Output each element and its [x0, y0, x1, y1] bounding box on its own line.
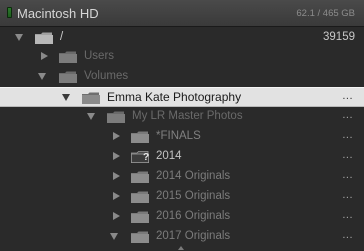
folder-row-2014-originals[interactable]: 2014 Originals ... — [0, 167, 364, 187]
volume-size: 62.1 / 465 GB — [296, 8, 355, 19]
photo-count: 39159 — [323, 31, 355, 43]
folder-icon — [59, 71, 77, 83]
folder-menu-button[interactable]: ... — [342, 169, 353, 181]
disclosure-triangle-collapsed-icon[interactable] — [41, 52, 48, 60]
folder-row-users[interactable]: Users — [0, 47, 364, 67]
folder-menu-button[interactable]: ... — [342, 149, 353, 161]
disclosure-triangle-collapsed-icon[interactable] — [113, 212, 120, 220]
folder-row-2016-originals[interactable]: 2016 Originals ... — [0, 207, 364, 227]
folders-panel: Macintosh HD 62.1 / 465 GB / 39159 Users… — [0, 0, 364, 251]
disclosure-triangle-expanded-icon[interactable] — [38, 73, 46, 80]
folder-label: 2014 Originals — [156, 170, 231, 182]
volume-header[interactable]: Macintosh HD 62.1 / 465 GB — [0, 0, 364, 27]
folder-label: Emma Kate Photography — [107, 90, 242, 104]
folder-row-my-lr-master-photos[interactable]: My LR Master Photos ... — [0, 107, 364, 127]
folder-icon — [82, 92, 100, 104]
folder-icon — [131, 131, 149, 143]
folder-label: 2017 Originals — [156, 230, 231, 242]
folder-icon — [35, 32, 53, 44]
folder-icon — [131, 191, 149, 203]
folder-label: 2014 — [156, 150, 182, 162]
disclosure-triangle-expanded-icon[interactable] — [87, 113, 95, 120]
panel-collapse-caret-icon[interactable] — [178, 246, 184, 250]
folder-row-root[interactable]: / 39159 — [0, 28, 364, 48]
folder-icon — [131, 171, 149, 183]
folder-label: 2016 Originals — [156, 210, 231, 222]
folder-label: / — [60, 31, 64, 43]
folder-label: Users — [84, 50, 115, 62]
folder-row-2015-originals[interactable]: 2015 Originals ... — [0, 187, 364, 207]
folder-label: Volumes — [84, 70, 129, 82]
volume-name: Macintosh HD — [17, 6, 99, 21]
folder-menu-button[interactable]: ... — [342, 189, 353, 201]
folder-icon — [131, 231, 149, 243]
disclosure-triangle-collapsed-icon[interactable] — [113, 192, 120, 200]
folder-row-2017-originals[interactable]: 2017 Originals ... — [0, 227, 364, 247]
folder-row-volumes[interactable]: Volumes — [0, 67, 364, 87]
folder-row-2014[interactable]: ? 2014 ... — [0, 147, 364, 167]
folder-row-emma-kate-photography[interactable]: Emma Kate Photography ... — [0, 87, 364, 107]
volume-status-indicator — [7, 7, 12, 18]
folder-icon — [59, 51, 77, 63]
missing-folder-mark: ? — [143, 152, 150, 163]
disclosure-triangle-collapsed-icon[interactable] — [113, 152, 120, 160]
folder-menu-button[interactable]: ... — [342, 229, 353, 241]
disclosure-triangle-expanded-icon[interactable] — [62, 94, 70, 101]
disclosure-triangle-collapsed-icon[interactable] — [113, 172, 120, 180]
disclosure-triangle-expanded-icon[interactable] — [110, 233, 118, 240]
folder-menu-button[interactable]: ... — [342, 90, 353, 102]
folder-icon — [107, 111, 125, 123]
folder-label: My LR Master Photos — [132, 110, 243, 122]
disclosure-triangle-collapsed-icon[interactable] — [113, 132, 120, 140]
disclosure-triangle-expanded-icon[interactable] — [15, 34, 23, 41]
folder-menu-button[interactable]: ... — [342, 209, 353, 221]
folder-menu-button[interactable]: ... — [342, 109, 353, 121]
folder-row-finals[interactable]: *FINALS ... — [0, 127, 364, 147]
folder-menu-button[interactable]: ... — [342, 129, 353, 141]
folder-icon — [131, 211, 149, 223]
folder-label: 2015 Originals — [156, 190, 231, 202]
folder-label: *FINALS — [156, 130, 201, 142]
